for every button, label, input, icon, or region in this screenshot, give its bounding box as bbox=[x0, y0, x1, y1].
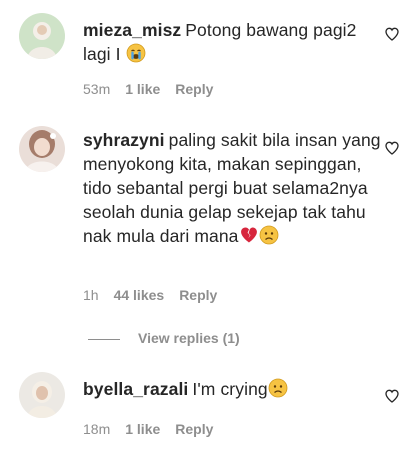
comment-text: mieza_misz Potong bawang pagi2 lagi I bbox=[83, 18, 368, 69]
timestamp: 18m bbox=[83, 421, 111, 437]
username[interactable]: syhrazyni bbox=[83, 130, 165, 150]
like-count[interactable]: 44 likes bbox=[114, 287, 165, 303]
comment-meta: 18m 1 like Reply bbox=[83, 421, 228, 437]
like-heart-icon[interactable] bbox=[384, 388, 400, 404]
sad-face-icon bbox=[259, 225, 279, 251]
sad-face-icon bbox=[268, 378, 288, 404]
avatar[interactable] bbox=[19, 13, 65, 59]
avatar[interactable] bbox=[19, 126, 65, 172]
timestamp: 53m bbox=[83, 81, 111, 97]
like-count[interactable]: 1 like bbox=[125, 81, 160, 97]
reply-button[interactable]: Reply bbox=[175, 421, 213, 437]
comment-message: I'm crying bbox=[192, 379, 268, 399]
reply-button[interactable]: Reply bbox=[179, 287, 217, 303]
avatar[interactable] bbox=[19, 372, 65, 418]
like-heart-icon[interactable] bbox=[384, 140, 400, 156]
comment-meta: 53m 1 like Reply bbox=[83, 81, 228, 97]
username[interactable]: byella_razali bbox=[83, 379, 188, 399]
broken-heart-icon bbox=[239, 225, 259, 251]
like-heart-icon[interactable] bbox=[384, 26, 400, 42]
timestamp: 1h bbox=[83, 287, 99, 303]
reply-button[interactable]: Reply bbox=[175, 81, 213, 97]
comment-text: byella_razali I'm crying bbox=[83, 377, 368, 404]
view-replies-button[interactable]: View replies (1) bbox=[88, 330, 240, 346]
like-count[interactable]: 1 like bbox=[125, 421, 160, 437]
loudly-crying-face-icon bbox=[126, 43, 146, 69]
divider bbox=[88, 338, 120, 340]
username[interactable]: mieza_misz bbox=[83, 20, 181, 40]
comment-text: syhrazyni paling sakit bila insan yang me… bbox=[83, 128, 383, 251]
comment-meta: 1h 44 likes Reply bbox=[83, 287, 232, 303]
view-replies-label: View replies (1) bbox=[138, 330, 240, 346]
